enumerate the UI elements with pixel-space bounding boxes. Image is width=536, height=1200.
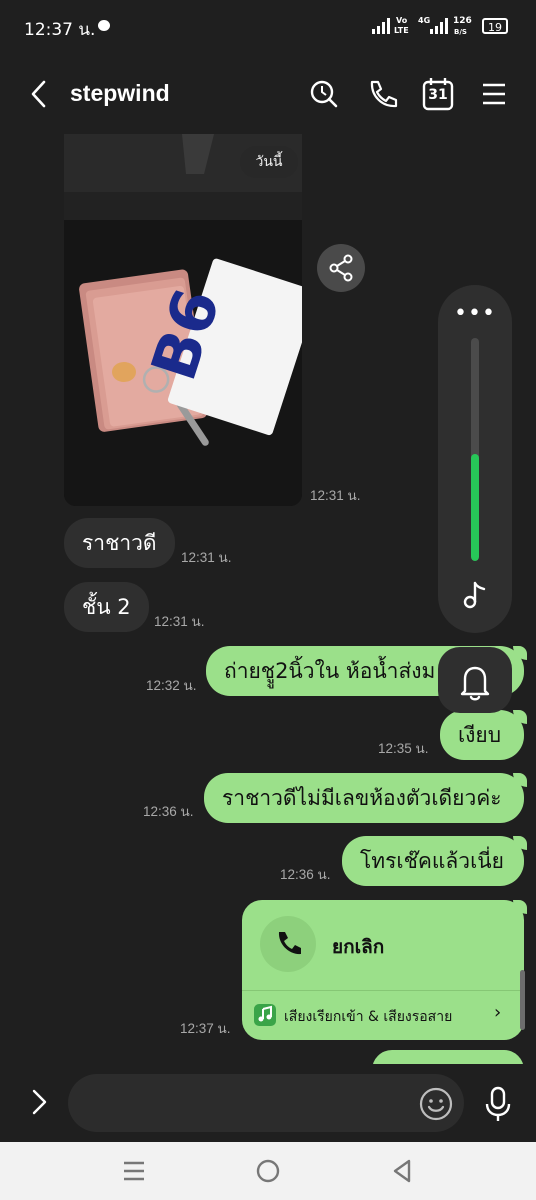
message-time: 12:31 น. [181, 550, 232, 565]
signal-icon-2 [430, 18, 448, 34]
phone-icon[interactable] [362, 74, 402, 114]
message-input-bar [0, 1064, 536, 1142]
system-nav-bar [0, 1142, 536, 1200]
chat-header: stepwind 31 [0, 54, 536, 134]
call-message-card[interactable]: ยกเลิก เสียงเรียกเข้า & เสียงรอสาย › [242, 900, 527, 1040]
outgoing-message[interactable]: ราชาวดีไม่มีเลขห้องตัวเดียวค่ะ [204, 773, 527, 823]
network-4g-label: 4G [418, 16, 431, 25]
message-input[interactable] [68, 1074, 464, 1132]
status-time: 12:37 น. [24, 20, 96, 40]
data-speed-unit: B/S [454, 28, 467, 36]
phone-circle [260, 916, 316, 972]
chevron-right-icon[interactable]: › [494, 1002, 501, 1023]
share-button[interactable] [317, 244, 365, 292]
more-options-icon[interactable]: ••• [438, 301, 512, 326]
card-divider [242, 990, 524, 991]
calendar-icon[interactable]: 31 [418, 74, 458, 114]
message-time: 12:35 น. [378, 741, 429, 756]
call-status-label: ยกเลิก [332, 936, 385, 958]
back-nav-icon[interactable] [388, 1157, 416, 1185]
menu-icon[interactable] [474, 74, 514, 114]
volume-panel: ••• [438, 285, 512, 633]
chat-notification-icon [98, 20, 110, 31]
home-icon[interactable] [254, 1157, 282, 1185]
date-label: วันนี้ [240, 146, 298, 178]
ringtone-link[interactable]: เสียงเรียกเข้า & เสียงรอสาย [284, 1006, 452, 1028]
message-time: 12:31 น. [154, 614, 205, 629]
search-icon[interactable] [304, 74, 344, 114]
battery-icon: 19 [482, 18, 508, 34]
scrollbar[interactable] [520, 970, 525, 1030]
music-note-icon[interactable] [457, 577, 493, 613]
volume-slider[interactable] [471, 338, 479, 561]
message-time: 12:36 น. [280, 867, 331, 882]
status-bar: 12:37 น. Vo LTE 4G 126 B/S 19 [0, 0, 536, 54]
back-icon[interactable] [20, 74, 60, 114]
volume-fill [471, 453, 479, 561]
outgoing-message[interactable]: โทรเช๊คแล้วเนี่ย [342, 836, 527, 886]
incoming-message[interactable]: ชั้น 2 [64, 582, 149, 632]
chat-title[interactable]: stepwind [70, 80, 170, 107]
photo-message[interactable]: B6 [64, 134, 302, 506]
volte-bottom-label: LTE [394, 26, 409, 35]
music-note-icon [254, 1004, 276, 1026]
calendar-day: 31 [428, 87, 448, 103]
message-time: 12:37 น. [180, 1021, 231, 1036]
message-time: 12:36 น. [143, 804, 194, 819]
message-time: 12:31 น. [310, 488, 361, 503]
recent-apps-icon[interactable] [120, 1158, 148, 1184]
incoming-message[interactable]: ราชาวดี [64, 518, 175, 568]
outgoing-message[interactable]: เงียบ [440, 710, 527, 760]
microphone-icon[interactable] [480, 1084, 516, 1124]
data-speed-value: 126 [453, 16, 472, 26]
expand-icon[interactable] [22, 1084, 58, 1120]
message-time: 12:32 น. [146, 678, 197, 693]
emoji-icon[interactable] [418, 1086, 454, 1122]
bell-button[interactable] [438, 647, 512, 713]
signal-icon [372, 18, 392, 34]
volte-top-label: Vo [396, 16, 408, 25]
